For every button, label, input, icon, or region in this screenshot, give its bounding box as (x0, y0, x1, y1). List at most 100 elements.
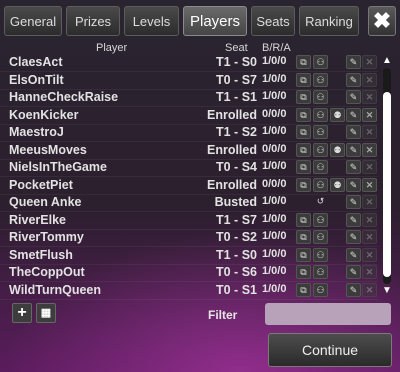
player-icon[interactable]: ⚇ (313, 282, 328, 297)
remove-icon[interactable]: ✕ (362, 177, 377, 192)
remove-icon[interactable]: ✕ (362, 125, 377, 139)
manage-button[interactable]: ▦ (36, 303, 56, 323)
player-row[interactable]: RiverElke T1 - S7 1/0/0 ⧉ ⚇ ✎ ✕ (0, 212, 378, 229)
table-icon[interactable]: ⧉ (296, 282, 311, 297)
pencil-icon[interactable]: ✎ (346, 177, 361, 192)
player-row[interactable]: KoenKicker Enrolled 0/0/0 ⧉ ⚇ ⚉ ✎ ✕ (0, 107, 378, 124)
remove-icon[interactable]: ✕ (362, 230, 377, 244)
player-row[interactable]: NielsInTheGame T0 - S4 1/0/0 ⧉ ⚇ ✎ ✕ (0, 159, 378, 176)
tab-players[interactable]: Players (183, 6, 247, 36)
player-name: KoenKicker (9, 107, 79, 122)
kick-icon[interactable]: ⚉ (330, 107, 345, 122)
pencil-icon[interactable]: ✎ (346, 90, 361, 104)
player-seat: Enrolled (206, 107, 257, 122)
scroll-up-icon[interactable]: ▲ (381, 56, 393, 66)
player-row[interactable]: MeeusMoves Enrolled 0/0/0 ⧉ ⚇ ⚉ ✎ ✕ (0, 142, 378, 159)
player-row[interactable]: TheCoppOut T0 - S6 1/0/0 ⧉ ⚇ ✎ ✕ (0, 264, 378, 281)
remove-icon[interactable]: ✕ (362, 142, 377, 157)
scroll-thumb[interactable] (383, 92, 391, 277)
remove-icon[interactable]: ✕ (362, 72, 377, 87)
player-seat: T1 - S0 (216, 55, 257, 69)
tab-prizes[interactable]: Prizes (66, 6, 120, 36)
player-bra: 1/0/0 (262, 160, 287, 172)
table-icon[interactable]: ⧉ (296, 142, 311, 157)
player-row[interactable]: WildTurnQueen T0 - S1 1/0/0 ⧉ ⚇ ✎ ✕ (0, 282, 378, 299)
kick-icon[interactable]: ⚉ (330, 177, 345, 192)
add-player-button[interactable]: + (12, 303, 32, 323)
table-icon[interactable]: ⧉ (296, 160, 311, 174)
player-icon[interactable]: ⚇ (313, 90, 328, 104)
pencil-icon[interactable]: ✎ (346, 265, 361, 279)
table-icon[interactable]: ⧉ (296, 230, 311, 244)
scrollbar[interactable]: ▲ ▼ (381, 56, 393, 296)
continue-button[interactable]: Continue (268, 333, 392, 367)
pencil-icon[interactable]: ✎ (346, 72, 361, 87)
player-seat: T0 - S1 (216, 282, 257, 297)
remove-icon[interactable]: ✕ (362, 195, 377, 209)
pencil-icon[interactable]: ✎ (346, 142, 361, 157)
table-icon[interactable]: ⧉ (296, 125, 311, 139)
table-icon[interactable]: ⧉ (296, 247, 311, 262)
player-row[interactable]: PocketPiet Enrolled 0/0/0 ⧉ ⚇ ⚉ ✎ ✕ (0, 177, 378, 194)
pencil-icon[interactable]: ✎ (346, 160, 361, 174)
remove-icon[interactable]: ✕ (362, 107, 377, 122)
player-row[interactable]: SmetFlush T1 - S0 1/0/0 ⧉ ⚇ ✎ ✕ (0, 247, 378, 264)
pencil-icon[interactable]: ✎ (346, 107, 361, 122)
player-icon[interactable]: ⚇ (313, 55, 328, 69)
tab-levels[interactable]: Levels (124, 6, 179, 36)
player-bra: 1/0/0 (262, 282, 287, 295)
player-icon[interactable]: ⚇ (313, 160, 328, 174)
table-icon[interactable]: ⧉ (296, 107, 311, 122)
remove-icon[interactable]: ✕ (362, 55, 377, 69)
player-name: NielsInTheGame (9, 160, 107, 174)
player-row[interactable]: MaestroJ T1 - S2 1/0/0 ⧉ ⚇ ✎ ✕ (0, 124, 378, 141)
table-icon[interactable]: ⧉ (296, 90, 311, 104)
remove-icon[interactable]: ✕ (362, 90, 377, 104)
pencil-icon[interactable]: ✎ (346, 247, 361, 262)
player-icon[interactable]: ⚇ (313, 265, 328, 279)
player-row[interactable]: Queen Anke Busted 1/0/0 ↺ ✎ ✕ (0, 194, 378, 211)
undo-icon[interactable]: ↺ (313, 195, 328, 209)
table-icon[interactable]: ⧉ (296, 265, 311, 279)
player-row[interactable]: ClaesAct T1 - S0 1/0/0 ⧉ ⚇ ✎ ✕ (0, 54, 378, 71)
pencil-icon[interactable]: ✎ (346, 55, 361, 69)
player-name: HanneCheckRaise (9, 90, 119, 104)
player-row[interactable]: HanneCheckRaise T1 - S1 1/0/0 ⧉ ⚇ ✎ ✕ (0, 89, 378, 106)
player-icon[interactable]: ⚇ (313, 107, 328, 122)
player-row[interactable]: RiverTommy T0 - S2 1/0/0 ⧉ ⚇ ✎ ✕ (0, 229, 378, 246)
filter-input[interactable] (265, 303, 391, 325)
table-icon[interactable]: ⧉ (296, 177, 311, 192)
pencil-icon[interactable]: ✎ (346, 230, 361, 244)
player-icon[interactable]: ⚇ (313, 247, 328, 262)
table-icon[interactable]: ⧉ (296, 212, 311, 227)
pencil-icon[interactable]: ✎ (346, 212, 361, 227)
pencil-icon[interactable]: ✎ (346, 282, 361, 297)
player-icon[interactable]: ⚇ (313, 125, 328, 139)
player-name: RiverTommy (9, 230, 84, 244)
tab-general[interactable]: General (4, 6, 62, 36)
table-icon[interactable]: ⧉ (296, 72, 311, 87)
player-icon[interactable]: ⚇ (313, 142, 328, 157)
player-seat: Enrolled (206, 142, 257, 157)
close-button[interactable]: ✖ (368, 6, 396, 36)
player-icon[interactable]: ⚇ (313, 212, 328, 227)
player-name: WildTurnQueen (9, 282, 102, 297)
tab-seats[interactable]: Seats (251, 6, 295, 36)
player-icon[interactable]: ⚇ (313, 177, 328, 192)
remove-icon[interactable]: ✕ (362, 282, 377, 297)
tab-ranking[interactable]: Ranking (299, 6, 359, 36)
table-icon[interactable]: ⧉ (296, 55, 311, 69)
grid-icon: ▦ (40, 307, 52, 319)
kick-icon[interactable]: ⚉ (330, 142, 345, 157)
pencil-icon[interactable]: ✎ (346, 195, 361, 209)
scroll-down-icon[interactable]: ▼ (381, 286, 393, 296)
remove-icon[interactable]: ✕ (362, 247, 377, 262)
player-icon[interactable]: ⚇ (313, 230, 328, 244)
remove-icon[interactable]: ✕ (362, 160, 377, 174)
player-bra: 1/0/0 (262, 212, 287, 225)
remove-icon[interactable]: ✕ (362, 265, 377, 279)
pencil-icon[interactable]: ✎ (346, 125, 361, 139)
remove-icon[interactable]: ✕ (362, 212, 377, 227)
player-icon[interactable]: ⚇ (313, 72, 328, 87)
player-row[interactable]: ElsOnTilt T0 - S7 1/0/0 ⧉ ⚇ ✎ ✕ (0, 72, 378, 89)
